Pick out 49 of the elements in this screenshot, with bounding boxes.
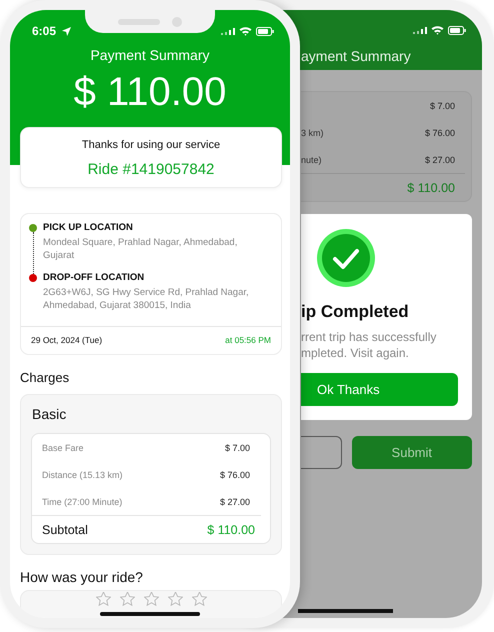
location-label: DROP-OFF LOCATION [43,272,146,284]
ok-thanks-button[interactable]: Ok Thanks [301,373,458,406]
location-address: Mondeal Square, Prahlad Nagar, Ahmedabad, Gujarat [43,236,238,262]
subtotal-amount: $ 110.00 [207,522,255,536]
star-icon[interactable] [96,592,110,606]
battery-icon [448,26,466,34]
submit-button[interactable]: Submit [352,436,472,469]
route-line [32,232,34,274]
thanks-message: Thanks for using our service [80,138,222,152]
dialog-message: mpleted. Visit again. [301,345,409,361]
wifi-icon [239,26,252,36]
charge-label: 3 km) [301,128,324,138]
charge-amount: $ 76.00 [424,128,455,138]
dialog-title: ip Completed [301,301,409,323]
charge-label: nute) [301,154,322,164]
check-icon [317,229,375,287]
signal-icon [221,27,235,35]
star-icon[interactable] [192,592,206,606]
trip-date: 29 Oct, 2024 (Tue) [31,335,102,345]
outline-button[interactable] [301,436,342,469]
rating-question: How was your ride? [20,568,144,586]
charge-amount: $ 27.00 [220,496,251,506]
subtotal-label: Subtotal [42,522,88,536]
charge-amount: $ 7.00 [430,100,455,110]
plan-name: Basic [31,405,68,423]
star-icon[interactable] [168,592,182,606]
location-label: PICK UP LOCATION [43,222,134,234]
ride-number: Ride #1419057842 [86,160,216,180]
total-amount: $ 110.00 [72,69,228,115]
charge-amount: $ 27.00 [424,154,455,164]
screen-title: ayment Summary [300,47,412,65]
charge-label: Distance (15.13 km) [42,470,123,480]
subtotal-amount: $ 110.00 [407,180,455,194]
charge-amount: $ 7.00 [224,442,251,452]
charge-label: Time (27:00 Minute) [42,496,122,506]
dialog-message: rrent trip has successfully [301,329,436,345]
section-heading: Charges [20,370,70,386]
battery-icon [256,26,274,36]
wifi-icon [431,25,444,35]
star-icon[interactable] [144,592,158,606]
charge-label: Base Fare [42,442,84,452]
star-icon[interactable] [120,592,134,606]
signal-icon [413,26,427,34]
location-arrow-icon [62,26,72,36]
trip-time: at 05:56 PM [225,335,271,345]
location-address: 2G63+W6J, SG Hwy Service Rd, Prahlad Nagar, Ahmedabad, Gujarat 380015, India [43,286,250,312]
status-time: 6:05 [32,24,56,38]
screen-title: Payment Summary [89,46,211,64]
charge-amount: $ 76.00 [220,470,251,480]
